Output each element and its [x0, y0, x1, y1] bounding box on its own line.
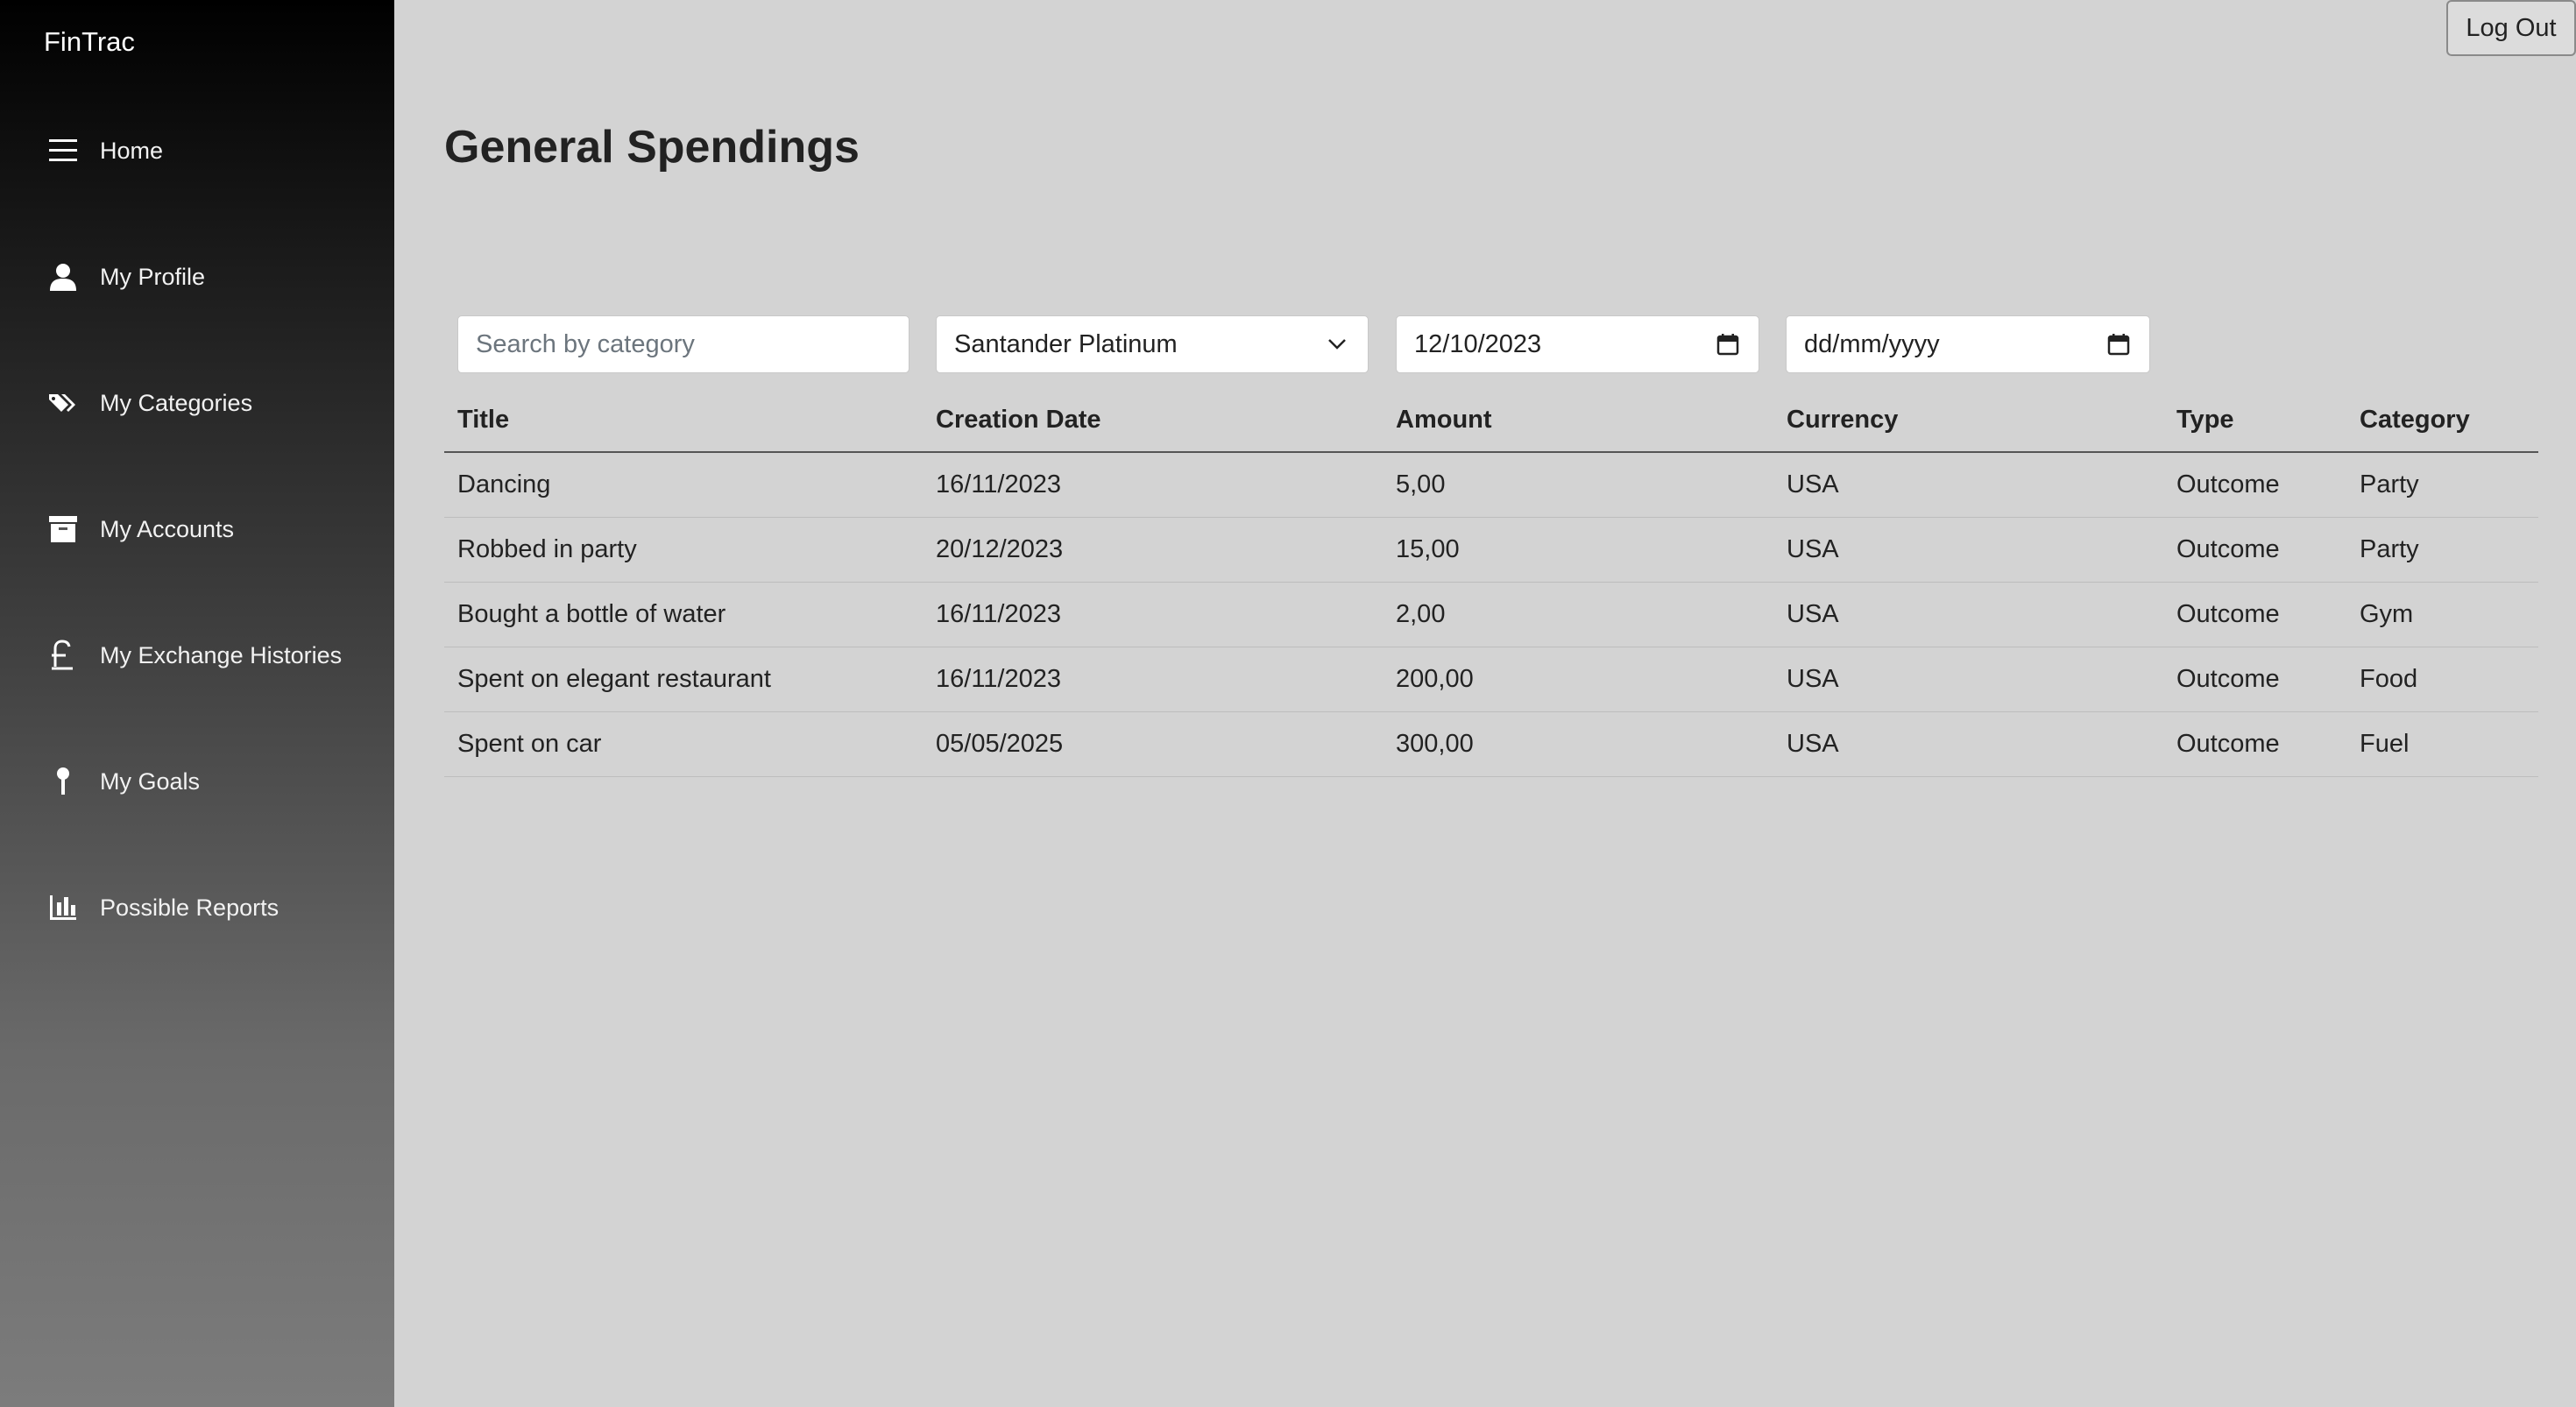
cell-amount: 15,00	[1396, 535, 1460, 563]
search-field[interactable]	[457, 315, 909, 373]
date-to-field[interactable]: dd/mm/yyyy	[1786, 315, 2150, 373]
cell-category: Food	[2360, 665, 2418, 693]
column-header-creation-date[interactable]: Creation Date	[923, 406, 1383, 435]
cell-creation-date: 16/11/2023	[936, 665, 1061, 693]
cell-title: Bought a bottle of water	[457, 600, 726, 628]
table-header-row: Title Creation Date Amount Currency Type…	[444, 388, 2538, 453]
cell-amount: 300,00	[1396, 730, 1474, 758]
sidebar-item-label: My Exchange Histories	[100, 641, 343, 668]
account-select[interactable]: Santander Platinum	[936, 315, 1369, 373]
account-select-value: Santander Platinum	[954, 329, 1178, 358]
cell-amount: 200,00	[1396, 665, 1474, 693]
cell-title: Robbed in party	[457, 535, 637, 563]
sidebar-item-label: Possible Reports	[100, 894, 280, 921]
cell-amount: 5,00	[1396, 470, 1446, 498]
column-header-currency[interactable]: Currency	[1773, 406, 2163, 435]
sidebar-item-label: Home	[100, 137, 164, 164]
cell-category: Party	[2360, 470, 2419, 498]
page-title: General Spendings	[444, 122, 860, 173]
date-to-value: dd/mm/yyyy	[1804, 329, 1940, 358]
sidebar-item-my-profile[interactable]: My Profile	[44, 251, 377, 303]
sidebar: FinTrac Home My Profile My Categories My…	[0, 0, 394, 1407]
column-header-amount[interactable]: Amount	[1383, 406, 1773, 435]
menu-icon	[44, 131, 82, 170]
cell-type: Outcome	[2176, 470, 2280, 498]
brand-logo[interactable]: FinTrac	[44, 26, 135, 58]
table-row[interactable]: Spent on car 05/05/2025 300,00 USA Outco…	[444, 712, 2538, 777]
cell-title: Spent on car	[457, 730, 602, 758]
sidebar-item-my-categories[interactable]: My Categories	[44, 377, 377, 429]
calendar-icon[interactable]	[1715, 331, 1741, 357]
calendar-icon[interactable]	[2105, 331, 2132, 357]
sidebar-item-my-goals[interactable]: My Goals	[44, 755, 377, 808]
date-from-value: 12/10/2023	[1414, 329, 1542, 358]
table-row[interactable]: Spent on elegant restaurant 16/11/2023 2…	[444, 647, 2538, 712]
column-header-type[interactable]: Type	[2163, 406, 2346, 435]
bar-chart-icon	[44, 888, 82, 927]
table-row[interactable]: Bought a bottle of water 16/11/2023 2,00…	[444, 583, 2538, 647]
tags-icon	[44, 384, 82, 422]
cell-creation-date: 16/11/2023	[936, 600, 1061, 628]
cell-type: Outcome	[2176, 730, 2280, 758]
sidebar-item-possible-reports[interactable]: Possible Reports	[44, 881, 377, 934]
sidebar-item-my-exchange-histories[interactable]: My Exchange Histories	[44, 629, 377, 682]
pound-sign-icon	[44, 636, 82, 675]
cell-category: Fuel	[2360, 730, 2410, 758]
cell-currency: USA	[1787, 665, 1839, 693]
cell-currency: USA	[1787, 730, 1839, 758]
column-header-category[interactable]: Category	[2346, 406, 2538, 435]
cell-type: Outcome	[2176, 665, 2280, 693]
cell-category: Party	[2360, 535, 2419, 563]
cell-creation-date: 20/12/2023	[936, 535, 1064, 563]
cell-type: Outcome	[2176, 600, 2280, 628]
cell-amount: 2,00	[1396, 600, 1446, 628]
sidebar-item-home[interactable]: Home	[44, 124, 377, 177]
cell-title: Spent on elegant restaurant	[457, 665, 771, 693]
user-icon	[44, 258, 82, 296]
sidebar-item-label: My Goals	[100, 767, 201, 795]
spendings-table: Title Creation Date Amount Currency Type…	[444, 388, 2538, 777]
app-root: FinTrac Home My Profile My Categories My…	[0, 0, 2576, 1407]
sidebar-item-label: My Profile	[100, 263, 206, 290]
column-header-title[interactable]: Title	[444, 406, 923, 435]
table-row[interactable]: Robbed in party 20/12/2023 15,00 USA Out…	[444, 518, 2538, 583]
chevron-down-icon	[1324, 331, 1350, 357]
cell-creation-date: 05/05/2025	[936, 730, 1064, 758]
cell-currency: USA	[1787, 470, 1839, 498]
cell-category: Gym	[2360, 600, 2414, 628]
cell-type: Outcome	[2176, 535, 2280, 563]
cell-creation-date: 16/11/2023	[936, 470, 1061, 498]
archive-box-icon	[44, 510, 82, 548]
pin-icon	[44, 762, 82, 801]
sidebar-item-label: My Categories	[100, 389, 253, 416]
cell-currency: USA	[1787, 535, 1839, 563]
search-input[interactable]	[476, 329, 891, 359]
sidebar-item-label: My Accounts	[100, 515, 235, 542]
date-from-field[interactable]: 12/10/2023	[1396, 315, 1759, 373]
sidebar-item-my-accounts[interactable]: My Accounts	[44, 503, 377, 555]
logout-button[interactable]: Log Out	[2446, 0, 2576, 56]
cell-currency: USA	[1787, 600, 1839, 628]
cell-title: Dancing	[457, 470, 551, 498]
table-row[interactable]: Dancing 16/11/2023 5,00 USA Outcome Part…	[444, 453, 2538, 518]
